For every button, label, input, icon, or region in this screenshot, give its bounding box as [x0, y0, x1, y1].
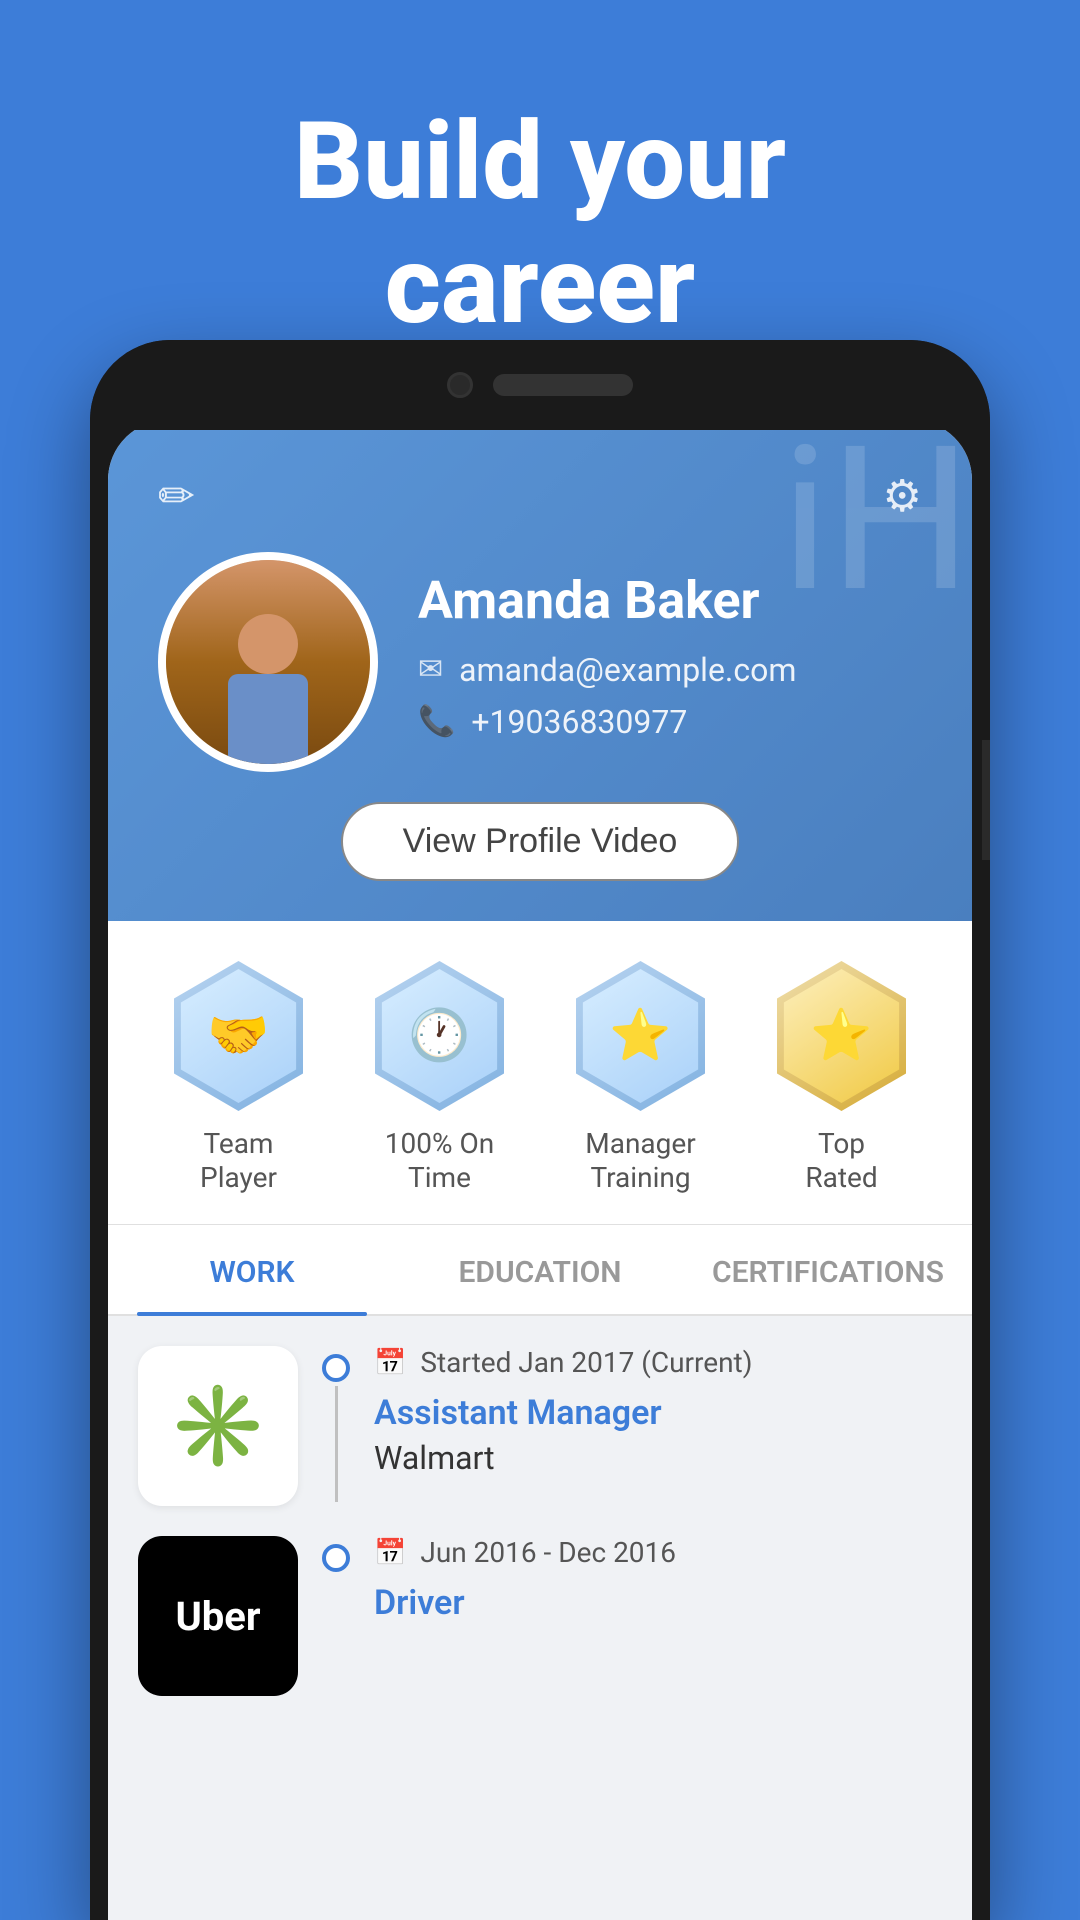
uber-logo: Uber	[138, 1536, 298, 1696]
phone-frame: iH ✏ ⚙ Amanda Baker ✉	[90, 340, 990, 1920]
team-player-label: TeamPlayer	[200, 1127, 277, 1194]
profile-content: Amanda Baker ✉ amanda@example.com 📞 +190…	[158, 552, 922, 772]
profile-phone: +19036830977	[471, 703, 687, 741]
tab-certifications[interactable]: CERTIFICATIONS	[684, 1225, 972, 1314]
work-entry-uber: Uber 📅 Jun 2016 - Dec 2016 Driver	[138, 1536, 942, 1696]
walmart-company-name: Walmart	[374, 1439, 942, 1477]
on-time-hex: 🕐	[365, 961, 515, 1111]
uber-date: 📅 Jun 2016 - Dec 2016	[374, 1536, 942, 1569]
timeline-line-walmart	[335, 1386, 338, 1502]
phone-camera	[447, 372, 473, 398]
phone-top-bar	[90, 340, 990, 430]
phone-icon: 📞	[418, 704, 455, 739]
calendar-icon-walmart: 📅	[374, 1348, 406, 1378]
headline-line2: career	[0, 224, 1080, 348]
walmart-logo: ✳️	[138, 1346, 298, 1506]
walmart-date: 📅 Started Jan 2017 (Current)	[374, 1346, 942, 1379]
edit-icon[interactable]: ✏	[158, 470, 195, 522]
phone-screen: iH ✏ ⚙ Amanda Baker ✉	[108, 420, 972, 1920]
hero-headline: Build your career	[0, 100, 1080, 348]
calendar-icon-uber: 📅	[374, 1538, 406, 1568]
tab-work[interactable]: WORK	[108, 1225, 396, 1314]
settings-icon[interactable]: ⚙	[883, 470, 922, 522]
profile-phone-row: 📞 +19036830977	[418, 703, 922, 741]
badge-manager-training: ⭐ ManagerTraining	[566, 961, 716, 1194]
tabs-section: WORK EDUCATION CERTIFICATIONS	[108, 1225, 972, 1316]
on-time-label: 100% OnTime	[385, 1127, 494, 1194]
profile-info: Amanda Baker ✉ amanda@example.com 📞 +190…	[418, 570, 922, 755]
avatar	[158, 552, 378, 772]
manager-training-hex: ⭐	[566, 961, 716, 1111]
team-player-hex: 🤝	[164, 961, 314, 1111]
work-section: ✳️ 📅 Started Jan 2017 (Current) Assistan…	[108, 1316, 972, 1756]
badge-on-time: 🕐 100% OnTime	[365, 961, 515, 1194]
profile-email: amanda@example.com	[459, 651, 796, 689]
badge-team-player: 🤝 TeamPlayer	[164, 961, 314, 1194]
badges-section: 🤝 TeamPlayer 🕐 100% OnTime ⭐ ManagerTrai…	[108, 921, 972, 1225]
manager-training-label: ManagerTraining	[585, 1127, 695, 1194]
walmart-job-title: Assistant Manager	[374, 1393, 942, 1433]
profile-header-icons: ✏ ⚙	[158, 470, 922, 522]
phone-speaker	[493, 374, 633, 396]
profile-header: iH ✏ ⚙ Amanda Baker ✉	[108, 420, 972, 921]
walmart-spark-icon: ✳️	[168, 1379, 268, 1473]
tab-education[interactable]: EDUCATION	[396, 1225, 684, 1314]
uber-job-title: Driver	[374, 1583, 942, 1623]
view-profile-video-button[interactable]: View Profile Video	[341, 802, 740, 881]
profile-email-row: ✉ amanda@example.com	[418, 651, 922, 689]
phone-side-button	[982, 740, 990, 860]
uber-work-details: 📅 Jun 2016 - Dec 2016 Driver	[374, 1536, 942, 1696]
email-icon: ✉	[418, 652, 443, 687]
top-rated-label: TopRated	[805, 1127, 877, 1194]
timeline-uber	[322, 1536, 350, 1696]
timeline-walmart	[322, 1346, 350, 1506]
badge-top-rated: ⭐ TopRated	[767, 961, 917, 1194]
headline-line1: Build your	[0, 100, 1080, 224]
profile-name: Amanda Baker	[418, 570, 922, 631]
top-rated-hex: ⭐	[767, 961, 917, 1111]
work-entry-walmart: ✳️ 📅 Started Jan 2017 (Current) Assistan…	[138, 1346, 942, 1506]
walmart-work-details: 📅 Started Jan 2017 (Current) Assistant M…	[374, 1346, 942, 1506]
timeline-dot-uber	[322, 1544, 350, 1572]
timeline-dot-walmart	[322, 1354, 350, 1382]
